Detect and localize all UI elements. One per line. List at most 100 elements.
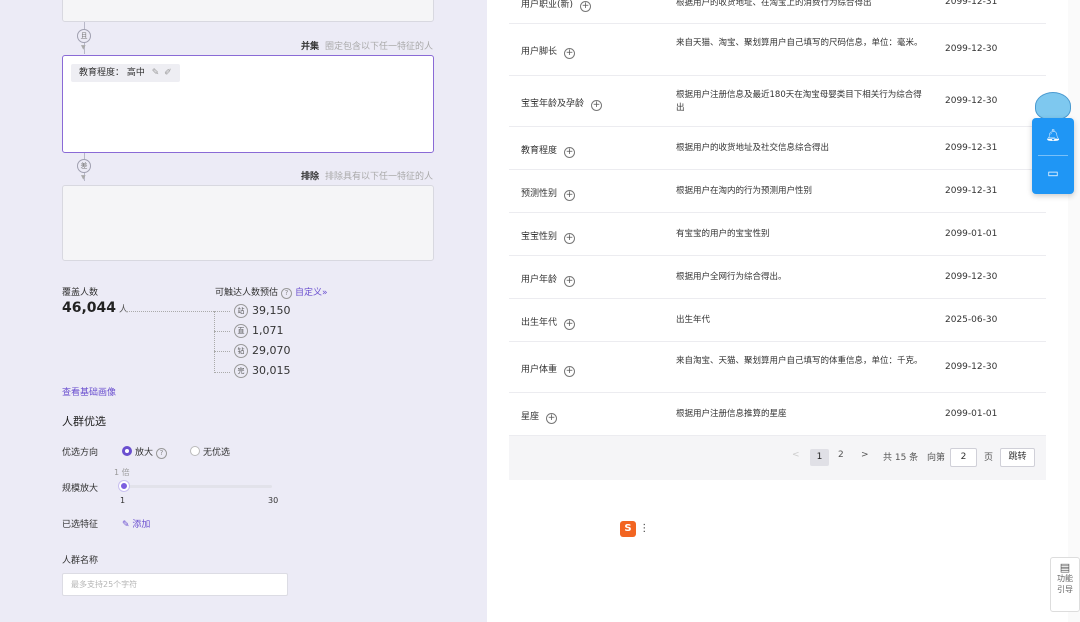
feature-desc: 根据用户注册信息及最近180天在淘宝母婴类目下相关行为综合得出 — [676, 90, 922, 113]
feature-name: 用户年龄 + — [521, 272, 576, 287]
add-feature-icon[interactable]: + — [564, 190, 576, 201]
ime-toolbar[interactable]: S ⋮ — [620, 521, 656, 539]
arrow-down-icon: ▼ — [81, 44, 86, 51]
add-feature-icon[interactable]: + — [591, 100, 603, 111]
add-feature-icon[interactable]: + — [564, 48, 576, 59]
jump-button[interactable]: 跳转 — [1000, 448, 1035, 467]
feature-desc: 出生年代 — [676, 315, 711, 325]
include-all-box[interactable] — [62, 0, 434, 22]
add-feature-icon[interactable]: + — [564, 233, 576, 244]
channel-value: 1,071 — [252, 324, 284, 337]
pen-icon[interactable]: ✐ — [164, 68, 172, 78]
radio-enlarge-dot[interactable] — [122, 446, 132, 456]
dotted-connector — [214, 311, 215, 373]
exclude-box[interactable] — [62, 185, 434, 261]
union-header: 并集 圈定包含以下任一特征的人 — [301, 39, 433, 52]
channel-icon: 完 — [234, 364, 248, 378]
scale-slider-track[interactable] — [122, 485, 272, 488]
feature-desc: 根据用户的收货地址及社交信息综合得出 — [676, 143, 830, 153]
document-icon: ▤ — [1059, 561, 1071, 574]
feature-date: 2099-12-30 — [945, 362, 998, 372]
optimize-direction-label: 优选方向 — [62, 448, 99, 458]
table-row: 预测性别 + 根据用户在淘内的行为预测用户性别 2099-12-31 — [509, 170, 1046, 213]
add-feature-icon[interactable]: + — [564, 276, 576, 287]
feature-chip[interactable]: 教育程度： 高中 ✎ ✐ — [71, 64, 180, 82]
add-feature-icon[interactable]: + — [580, 1, 592, 12]
help-icon[interactable]: ? — [156, 448, 168, 459]
feature-date: 2025-06-30 — [945, 315, 998, 325]
add-feature-icon[interactable]: + — [546, 413, 558, 424]
feature-name-text: 用户年龄 — [521, 275, 558, 285]
mascot-icon[interactable] — [1035, 92, 1071, 120]
customize-link[interactable]: 自定义» — [295, 288, 328, 298]
radio-enlarge[interactable]: 放大? — [122, 445, 170, 459]
optimize-title: 人群优选 — [62, 415, 106, 428]
edit-icon[interactable]: ✎ — [152, 68, 160, 78]
feature-name-text: 星座 — [521, 412, 540, 422]
exclude-title: 排除 — [300, 172, 319, 182]
sogou-logo-icon[interactable]: S — [620, 521, 636, 537]
feature-name: 宝宝年龄及孕龄 + — [521, 96, 603, 111]
crowd-name-input[interactable]: 最多支持25个字符 — [62, 573, 288, 596]
guide-line1: 功能 — [1057, 574, 1073, 583]
coverage-value: 46,044 人 — [62, 300, 128, 316]
prev-page-button[interactable]: < — [792, 450, 800, 460]
divider — [1038, 155, 1068, 156]
coverage-label: 覆盖人数 — [62, 288, 99, 298]
feature-name: 出生年代 + — [521, 315, 576, 330]
feature-date: 2099-01-01 — [945, 229, 998, 239]
channel-item: 站 39,150 — [234, 304, 291, 318]
channel-value: 30,015 — [252, 364, 291, 377]
dotted-connector — [214, 331, 230, 332]
chip-label: 教育程度： 高中 — [79, 68, 145, 78]
exclude-hint: 排除具有以下任一特征的人 — [324, 172, 433, 182]
union-hint: 圈定包含以下任一特征的人 — [324, 42, 433, 52]
table-row: 用户职业(新) + 根据用户的收货地址、在淘宝上的消费行为综合得出 2099-12-3… — [509, 0, 1046, 24]
feature-guide-button[interactable]: ▤ 功能 引导 — [1050, 557, 1080, 612]
coverage-number: 46,044 — [62, 300, 117, 316]
table-row: 教育程度 + 根据用户的收货地址及社交信息综合得出 2099-12-31 — [509, 127, 1046, 170]
channel-icon: 站 — [234, 304, 248, 318]
table-row: 宝宝性别 + 有宝宝的用户的宝宝性别 2099-01-01 — [509, 213, 1046, 256]
feature-name: 用户职业(新) + — [521, 0, 592, 12]
dotted-connector — [214, 351, 230, 352]
add-feature-icon[interactable]: + — [564, 319, 576, 330]
dotted-connector — [214, 372, 230, 373]
diff-tag: 差 — [77, 159, 91, 173]
scale-max: 30 — [268, 496, 279, 505]
view-profile-link[interactable]: 查看基础画像 — [62, 385, 116, 398]
goto-page-input[interactable]: 2 — [950, 448, 977, 467]
arrow-down-icon: ▼ — [81, 174, 86, 181]
scale-label: 规模放大 — [62, 484, 99, 494]
floating-toolbar: 🔔︎ ▭ — [1032, 118, 1074, 194]
total-count: 共 15 条 — [883, 453, 919, 463]
channel-icon: 钻 — [234, 344, 248, 358]
more-icon[interactable]: ⋮ — [639, 523, 649, 534]
left-panel: 且 ▼ 并集 圈定包含以下任一特征的人 教育程度： 高中 ✎ ✐ 差 ▼ 排除 排除… — [0, 0, 487, 622]
crowd-name-label: 人群名称 — [62, 556, 99, 566]
add-feature-icon[interactable]: + — [564, 147, 576, 158]
chat-icon[interactable]: ▭ — [1032, 166, 1074, 180]
radio-none-dot[interactable] — [190, 446, 200, 456]
page-1-button[interactable]: 1 — [810, 449, 829, 466]
channel-icon: 直 — [234, 324, 248, 338]
feature-name-text: 宝宝性别 — [521, 232, 558, 242]
page-2-button[interactable]: 2 — [838, 450, 844, 460]
guide-line2: 引导 — [1057, 585, 1073, 594]
feature-name: 宝宝性别 + — [521, 229, 576, 244]
next-page-button[interactable]: > — [861, 450, 869, 460]
channel-item: 完 30,015 — [234, 364, 291, 378]
exclude-header: 排除 排除具有以下任一特征的人 — [301, 169, 433, 182]
scrollbar[interactable] — [1068, 0, 1080, 622]
radio-none[interactable]: 无优选 — [190, 445, 230, 458]
channel-value: 29,070 — [252, 344, 291, 357]
table-row: 宝宝年龄及孕龄 + 根据用户注册信息及最近180天在淘宝母婴类目下相关行为综合得出 2… — [509, 76, 1046, 127]
bell-icon[interactable]: 🔔︎ — [1032, 128, 1074, 142]
feature-date: 2099-12-31 — [945, 0, 998, 7]
scale-slider-thumb[interactable] — [119, 481, 129, 491]
add-feature-button[interactable]: ✎ 添加 — [122, 517, 150, 530]
help-icon[interactable]: ? — [281, 288, 293, 299]
feature-date: 2099-12-30 — [945, 44, 998, 54]
table-row: 用户体重 + 来自淘宝、天猫、聚划算用户自己填写的体重信息，单位：千克。 2099-1… — [509, 342, 1046, 393]
add-feature-icon[interactable]: + — [564, 366, 576, 377]
